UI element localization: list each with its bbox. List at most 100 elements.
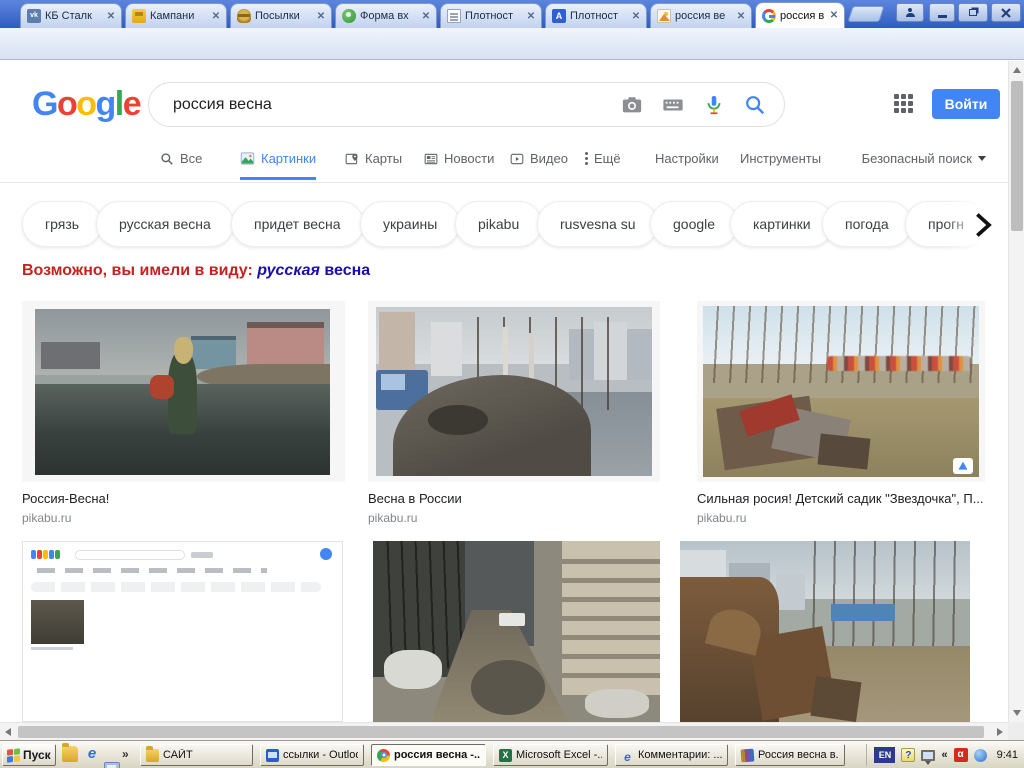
image-result[interactable] <box>680 541 970 722</box>
tab-close-icon[interactable]: ✕ <box>420 11 432 22</box>
horizontal-scroll-thumb[interactable] <box>18 726 984 738</box>
results-nav: Все Картинки Карты Новости Видео Ещё <box>0 61 1008 183</box>
chip[interactable]: русская весна <box>96 201 234 247</box>
image-result[interactable] <box>697 301 985 482</box>
result-title[interactable]: Весна в России <box>368 491 658 506</box>
scroll-up-icon[interactable] <box>1013 67 1021 73</box>
taskbar-window-outlook[interactable]: ссылки - Outloo... <box>260 744 364 766</box>
tab-close-icon[interactable]: ✕ <box>315 11 327 22</box>
tab-more[interactable]: Ещё <box>585 151 621 177</box>
tray-chevron[interactable]: « <box>941 749 947 761</box>
help-tray-icon[interactable]: ? <box>901 748 915 762</box>
browser-tab[interactable]: Плотност ✕ <box>440 3 542 28</box>
search-icon <box>160 152 174 166</box>
taskbar-window-ie[interactable]: e Комментарии: ... <box>615 744 728 766</box>
chip[interactable]: pikabu <box>455 201 542 247</box>
result-image[interactable] <box>703 306 979 477</box>
chip[interactable]: картинки <box>730 201 834 247</box>
browser-tab[interactable]: россия ве ✕ <box>650 3 752 28</box>
taskbar-window-chrome-active[interactable]: россия весна -.... <box>371 744 486 766</box>
suggestion-link[interactable]: русская весна <box>257 262 370 279</box>
tab-close-icon[interactable]: ✕ <box>105 11 117 22</box>
profile-button[interactable] <box>896 3 924 22</box>
quick-launch-chevron[interactable]: » <box>122 747 129 761</box>
result-image[interactable] <box>376 307 652 476</box>
chip[interactable]: украины <box>360 201 460 247</box>
task-buttons: САЙТ ссылки - Outloo... россия весна -..… <box>140 744 845 766</box>
chip[interactable]: rusvesna su <box>537 201 658 247</box>
browser-tab-active[interactable]: россия ве ✕ <box>755 2 845 28</box>
browser-tab[interactable]: А Плотност ✕ <box>545 3 647 28</box>
safe-search-dropdown[interactable]: Безопасный поиск <box>862 151 986 166</box>
minimize-icon <box>938 15 947 18</box>
scroll-right-icon[interactable] <box>997 728 1003 736</box>
close-button[interactable] <box>991 3 1021 22</box>
settings-menu[interactable]: Настройки <box>655 151 719 177</box>
new-tab-button[interactable] <box>847 6 884 22</box>
language-indicator[interactable]: EN <box>874 747 895 763</box>
tab-close-icon[interactable]: ✕ <box>828 10 840 21</box>
tab-title: КБ Сталк <box>45 10 101 22</box>
quick-launch-folder-icon[interactable] <box>62 746 78 762</box>
vertical-scroll-thumb[interactable] <box>1011 81 1023 231</box>
tab-title: Посылки <box>255 10 311 22</box>
tab-title: Кампани <box>150 10 206 22</box>
quick-launch-desktop-icon[interactable] <box>104 762 120 768</box>
taskbar-window-excel[interactable]: X Microsoft Excel -... <box>493 744 608 766</box>
tab-images[interactable]: Картинки <box>240 151 316 180</box>
restore-button[interactable] <box>958 3 988 22</box>
browser-tab[interactable]: Кампани ✕ <box>125 3 227 28</box>
chip[interactable]: погода <box>822 201 912 247</box>
tab-close-icon[interactable]: ✕ <box>630 11 642 22</box>
horizontal-scrollbar[interactable] <box>0 722 1008 740</box>
browser-toolbar: https://www.google.by/search?q=россия+ве… <box>0 28 1024 60</box>
browser-tab[interactable]: vk КБ Сталк ✕ <box>20 3 122 28</box>
browser-tab[interactable]: Форма вх ✕ <box>335 3 437 28</box>
image-result[interactable] <box>373 541 660 722</box>
tab-title: россия ве <box>675 10 731 22</box>
tab-news[interactable]: Новости <box>424 151 494 177</box>
image-result[interactable] <box>22 541 343 722</box>
excel-icon: X <box>499 749 512 762</box>
start-button[interactable]: Пуск <box>2 744 56 766</box>
result-image[interactable] <box>35 309 330 475</box>
chip[interactable]: грязь <box>22 201 102 247</box>
tools-menu[interactable]: Инструменты <box>740 151 821 177</box>
network-tray-icon[interactable] <box>974 749 987 762</box>
tab-title: россия ве <box>780 10 824 22</box>
chip[interactable]: google <box>650 201 738 247</box>
result-domain[interactable]: pikabu.ru <box>697 511 746 525</box>
tab-title: Плотност <box>570 10 626 22</box>
result-domain[interactable]: pikabu.ru <box>368 511 417 525</box>
taskbar-window-books[interactable]: Россия весна в... <box>735 744 845 766</box>
vk-icon: vk <box>27 9 41 23</box>
antivirus-tray-icon[interactable]: α <box>954 748 968 762</box>
quick-launch-ie-icon[interactable]: e <box>84 746 100 762</box>
result-title[interactable]: Сильная росия! Детский садик "Звездочка"… <box>697 491 985 506</box>
display-tray-icon[interactable] <box>921 750 935 761</box>
tab-close-icon[interactable]: ✕ <box>210 11 222 22</box>
tab-maps[interactable]: Карты <box>345 151 402 177</box>
result-image[interactable] <box>680 541 970 722</box>
browser-tab[interactable]: Посылки ✕ <box>230 3 332 28</box>
tab-close-icon[interactable]: ✕ <box>525 11 537 22</box>
scroll-down-icon[interactable] <box>1013 710 1021 716</box>
tab-close-icon[interactable]: ✕ <box>735 11 747 22</box>
taskbar-window-sait[interactable]: САЙТ <box>140 744 253 766</box>
scroll-left-icon[interactable] <box>5 728 11 736</box>
tab-videos[interactable]: Видео <box>510 151 568 177</box>
image-result[interactable] <box>22 301 345 482</box>
books-icon <box>741 748 755 762</box>
vertical-scrollbar[interactable] <box>1008 61 1024 722</box>
result-title[interactable]: Россия-Весна! <box>22 491 342 506</box>
result-domain[interactable]: pikabu.ru <box>22 511 71 525</box>
chips-scroll-right-icon[interactable] <box>968 211 996 239</box>
result-image[interactable] <box>373 541 660 722</box>
tab-all[interactable]: Все <box>160 151 202 177</box>
restore-icon <box>969 9 977 16</box>
minimize-button[interactable] <box>929 3 955 22</box>
chip[interactable]: придет весна <box>231 201 364 247</box>
image-result[interactable] <box>368 301 660 482</box>
related-chips-bar: грязь русская весна придет весна украины… <box>0 199 1008 251</box>
result-image[interactable] <box>23 542 342 721</box>
